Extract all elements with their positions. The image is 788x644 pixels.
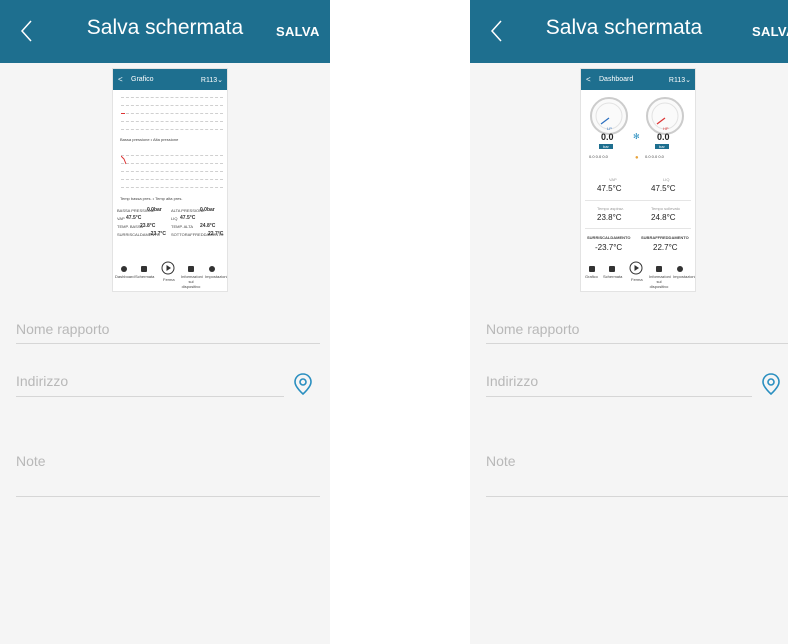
notes-field[interactable]: Note	[16, 453, 46, 469]
vap-value: 47.5°C	[597, 184, 622, 193]
temp-high-value: 24.8°C	[651, 213, 676, 222]
screenshot-thumbnail: < Dashboard R113⌄ LP HP 0.0 0.0 bar bar …	[580, 68, 696, 292]
graph-legend-1: Bassa pressione • Alta pressione	[120, 137, 179, 142]
thumb-header: < Dashboard R113⌄	[581, 69, 695, 90]
hp-label: HP	[663, 126, 669, 131]
reading-value: -23.7°C	[149, 231, 167, 237]
settings-icon	[209, 266, 215, 272]
settings-icon	[677, 266, 683, 272]
reading-value: 24.8°C	[200, 223, 216, 229]
nav-label: Schermata	[603, 274, 623, 279]
reading-value: 0.0bar	[200, 207, 215, 213]
play-icon	[161, 261, 175, 275]
report-name-underline	[16, 343, 320, 344]
reading-value: 22.7°C	[208, 231, 224, 237]
nav-label: Dashboard	[115, 274, 135, 279]
chart-icon	[589, 266, 595, 272]
reading-value: 47.5°C	[126, 215, 142, 221]
camera-icon	[609, 266, 615, 272]
lp-value: 0.0	[601, 132, 614, 142]
address-underline	[16, 396, 284, 397]
page-title: Salva schermata	[545, 16, 703, 39]
lp-scale: 0.0 0.0 0.0	[589, 154, 608, 159]
location-pin-icon[interactable]	[761, 373, 781, 395]
hp-unit: bar	[655, 144, 669, 149]
screenshot-thumbnail: < Grafico R113⌄ Bassa pressione • Alta p…	[112, 68, 228, 292]
liq-value: 47.5°C	[651, 184, 676, 193]
thumb-title: Grafico	[131, 76, 154, 83]
device-info-icon	[188, 266, 194, 272]
thumb-header: < Grafico R113⌄	[113, 69, 227, 90]
save-button[interactable]: SALVA	[276, 24, 320, 39]
subcool-value: 22.7°C	[653, 243, 678, 252]
hp-scale: 0.0 0.0 0.0	[645, 154, 664, 159]
address-underline	[486, 396, 752, 397]
header-bar: Salva schermata SALVA	[0, 0, 330, 63]
lp-label: LP	[607, 126, 612, 131]
location-pin-icon[interactable]	[293, 373, 313, 395]
report-name-underline	[486, 343, 788, 344]
nav-label: Ferma	[163, 277, 175, 282]
reading-value: 47.5°C	[180, 215, 196, 221]
temp-low-label: Tempo aspiraz.	[597, 206, 625, 211]
reading-label: TEMP. ALTA	[171, 224, 194, 229]
nav-label: Schermata	[135, 274, 155, 279]
temp-high-label: Tempo sollevato	[651, 206, 680, 211]
right-screen: Salva schermata SALVA < Dashboard R113⌄ …	[470, 0, 788, 644]
thumb-back-icon: <	[586, 75, 591, 84]
nav-label: Grafico	[585, 274, 598, 279]
address-field[interactable]: Indirizzo	[486, 373, 538, 389]
reading-value: 23.8°C	[140, 223, 156, 229]
graph-legend-2: Temp bassa pres. • Temp alta pres.	[120, 196, 183, 201]
header-bar: Salva schermata SALVA	[470, 0, 788, 63]
nav-label: Ferma	[631, 277, 643, 282]
reading-label: VAP	[117, 216, 125, 221]
lp-unit: bar	[599, 144, 613, 149]
notes-field[interactable]: Note	[486, 453, 516, 469]
superheat-label: SURRISCALDAMENTO	[587, 235, 631, 240]
thumb-title: Dashboard	[599, 76, 634, 83]
report-name-field[interactable]: Nome rapporto	[16, 321, 109, 337]
notes-underline	[16, 496, 320, 497]
reading-label: LIQ	[171, 216, 178, 221]
thumb-back-icon: <	[118, 75, 123, 84]
subcool-label: SUBRAFFREDDAMENTO	[641, 235, 689, 240]
snowflake-icon: ✻	[633, 132, 640, 141]
flame-icon: ●	[635, 155, 639, 161]
thumb-refrigerant: R113⌄	[200, 77, 223, 84]
nav-label: Impostazioni	[205, 274, 228, 279]
left-screen: Salva schermata SALVA < Grafico R113⌄ Ba…	[0, 0, 330, 644]
vap-label: VAP	[609, 177, 617, 182]
nav-label: Impostazioni	[673, 274, 696, 279]
nav-label: Informazioni sul dispositivo	[649, 274, 671, 289]
notes-underline	[486, 496, 788, 497]
nav-label: Informazioni sul dispositivo	[181, 274, 203, 289]
dashboard-icon	[121, 266, 127, 272]
reading-value: 0.0bar	[147, 207, 162, 213]
thumb-refrigerant: R113⌄	[668, 77, 691, 84]
liq-label: LIQ	[663, 177, 670, 182]
report-name-field[interactable]: Nome rapporto	[486, 321, 579, 337]
temp-low-value: 23.8°C	[597, 213, 622, 222]
camera-icon	[141, 266, 147, 272]
superheat-value: -23.7°C	[595, 243, 623, 252]
play-icon	[629, 261, 643, 275]
save-button[interactable]: SALVA	[752, 24, 788, 39]
hp-value: 0.0	[657, 132, 670, 142]
device-info-icon	[656, 266, 662, 272]
address-field[interactable]: Indirizzo	[16, 373, 68, 389]
